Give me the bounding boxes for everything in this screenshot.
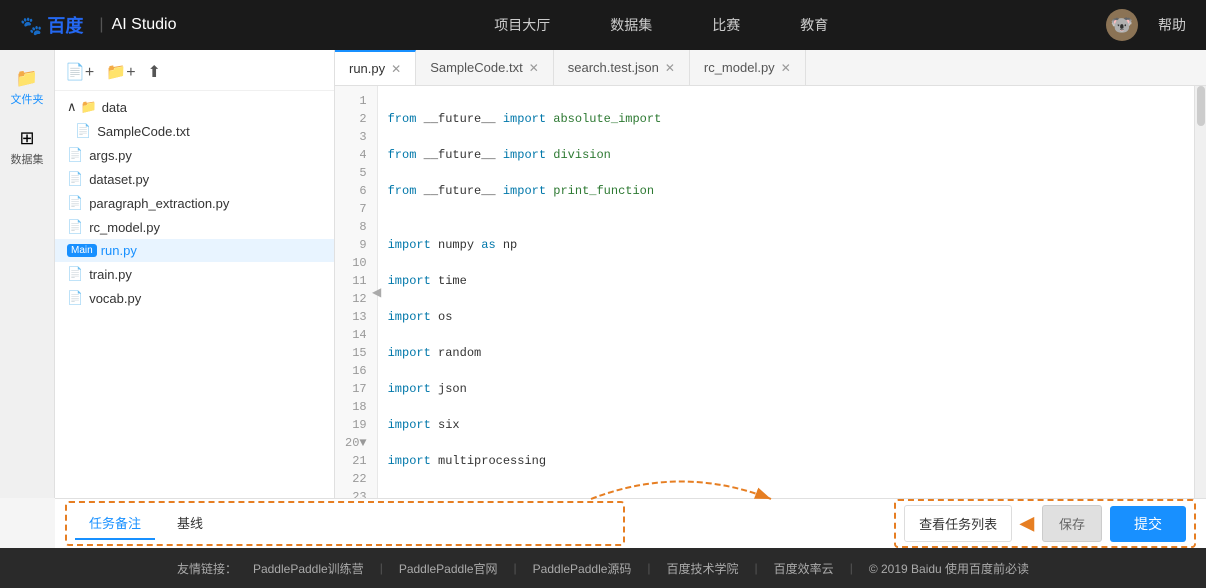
folder-name: data (102, 100, 127, 115)
tab-label: rc_model.py (704, 60, 775, 75)
help-link[interactable]: 帮助 (1158, 15, 1186, 35)
folder-icon: 📁 (81, 99, 97, 115)
new-folder-icon[interactable]: 📁+ (106, 62, 135, 82)
main-badge: Main (67, 244, 97, 257)
filename: rc_model.py (89, 220, 160, 235)
tab-close-icon[interactable]: ✕ (391, 62, 401, 76)
file-icon: 📄 (67, 219, 83, 235)
logo-divider: | (99, 16, 103, 34)
logo-baidu: 🐾 百度 (20, 12, 83, 38)
folder-contents: 📄 SampleCode.txt (55, 119, 334, 143)
tab-close-icon[interactable]: ✕ (529, 61, 539, 75)
filename: args.py (89, 148, 132, 163)
baidu-text: 百度 (47, 16, 83, 36)
list-item[interactable]: 📄 paragraph_extraction.py (55, 191, 334, 215)
tab-rcmodel[interactable]: rc_model.py ✕ (690, 50, 806, 86)
nav-competition[interactable]: 比赛 (712, 15, 740, 35)
list-item[interactable]: 📄 dataset.py (55, 167, 334, 191)
filename: run.py (101, 243, 137, 258)
datasets-icon: ⊞ (19, 128, 34, 149)
tab-label: run.py (349, 61, 385, 76)
nav-projects[interactable]: 项目大厅 (494, 15, 550, 35)
save-button[interactable]: 保存 (1042, 505, 1102, 542)
filename: dataset.py (89, 172, 149, 187)
filename: vocab.py (89, 291, 141, 306)
footer: 友情链接： PaddlePaddle训练营 | PaddlePaddle官网 |… (0, 548, 1206, 588)
sidebar-item-datasets[interactable]: ⊞ 数据集 (0, 120, 54, 175)
file-icon: 📄 (75, 123, 91, 139)
sidebar-icons: 📁 文件夹 ⊞ 数据集 (0, 50, 55, 498)
file-icon: 📄 (67, 147, 83, 163)
folder-icon: 📁 (16, 68, 38, 89)
filename: train.py (89, 267, 132, 282)
tab-searchtest[interactable]: search.test.json ✕ (554, 50, 690, 86)
footer-prefix: 友情链接： (177, 560, 237, 577)
view-tasks-button[interactable]: 查看任务列表 (904, 505, 1012, 542)
tab-task-notes[interactable]: 任务备注 (75, 507, 155, 540)
filename: paragraph_extraction.py (89, 196, 229, 211)
main-nav: 项目大厅 数据集 比赛 教育 (217, 15, 1106, 35)
task-notes-section: 任务备注 基线 (65, 501, 625, 546)
tab-close-icon[interactable]: ✕ (665, 61, 675, 75)
footer-link-baiducloud[interactable]: 百度效率云 (774, 560, 834, 577)
file-icon: 📄 (67, 266, 83, 282)
list-item-active[interactable]: Main run.py (55, 239, 334, 262)
tab-label: SampleCode.txt (430, 60, 523, 75)
header-right: 🐨 帮助 (1106, 9, 1186, 41)
task-input[interactable] (225, 516, 615, 531)
nav-datasets[interactable]: 数据集 (610, 15, 652, 35)
new-file-icon[interactable]: 📄+ (65, 62, 94, 82)
collapse-arrow[interactable]: ◀ (372, 285, 381, 299)
code-editor: 1234567891011121314151617181920▼21222324… (335, 86, 1206, 498)
right-arrow-icon: ◀ (1020, 513, 1034, 534)
editor-tabs: run.py ✕ SampleCode.txt ✕ search.test.js… (335, 50, 1206, 86)
main-container: 📁 文件夹 ⊞ 数据集 📄+ 📁+ ⬆ ∧ 📁 data 📄 SampleCod… (0, 50, 1206, 498)
folder-arrow: ∧ (67, 99, 77, 115)
bottom-panel: 任务备注 基线 查看任务列表 ◀ 保存 提交 (55, 498, 1206, 548)
header: 🐾 百度 | AI Studio 项目大厅 数据集 比赛 教育 🐨 帮助 (0, 0, 1206, 50)
file-icon: 📄 (67, 195, 83, 211)
upload-icon[interactable]: ⬆ (148, 62, 161, 82)
tab-samplecode[interactable]: SampleCode.txt ✕ (416, 50, 554, 86)
action-buttons-section: 查看任务列表 ◀ 保存 提交 (894, 499, 1196, 548)
filename: SampleCode.txt (97, 124, 190, 139)
file-tree: 📄+ 📁+ ⬆ ∧ 📁 data 📄 SampleCode.txt 📄 args… (55, 50, 335, 498)
file-icon: 📄 (67, 171, 83, 187)
code-content[interactable]: from __future__ import absolute_import f… (378, 86, 1194, 498)
footer-link-baidutech[interactable]: 百度技术学院 (667, 560, 739, 577)
folder-data[interactable]: ∧ 📁 data (55, 95, 334, 119)
user-avatar[interactable]: 🐨 (1106, 9, 1138, 41)
list-item[interactable]: 📄 args.py (55, 143, 334, 167)
file-icon: 📄 (67, 290, 83, 306)
datasets-label: 数据集 (11, 151, 44, 167)
scrollbar[interactable] (1194, 86, 1206, 498)
nav-education[interactable]: 教育 (800, 15, 828, 35)
list-item[interactable]: 📄 SampleCode.txt (63, 119, 334, 143)
sidebar-item-files[interactable]: 📁 文件夹 (0, 60, 54, 115)
aistudio-text: AI Studio (112, 16, 177, 34)
tab-close-icon[interactable]: ✕ (781, 61, 791, 75)
logo: 🐾 百度 | AI Studio (20, 12, 177, 38)
submit-button[interactable]: 提交 (1110, 506, 1186, 542)
files-label: 文件夹 (11, 91, 44, 107)
list-item[interactable]: 📄 train.py (55, 262, 334, 286)
scrollbar-thumb (1197, 86, 1205, 126)
list-item[interactable]: 📄 rc_model.py (55, 215, 334, 239)
file-tree-toolbar: 📄+ 📁+ ⬆ (55, 58, 334, 91)
editor-area: run.py ✕ SampleCode.txt ✕ search.test.js… (335, 50, 1206, 498)
tab-baseline[interactable]: 基线 (163, 507, 217, 540)
tab-label: search.test.json (568, 60, 659, 75)
footer-link-paddleofficial[interactable]: PaddlePaddle官网 (399, 560, 498, 577)
tab-runpy[interactable]: run.py ✕ (335, 50, 416, 86)
footer-copyright: © 2019 Baidu 使用百度前必读 (869, 560, 1029, 577)
footer-link-paddlecamp[interactable]: PaddlePaddle训练营 (253, 560, 364, 577)
footer-link-paddlesource[interactable]: PaddlePaddle源码 (533, 560, 632, 577)
list-item[interactable]: 📄 vocab.py (55, 286, 334, 310)
